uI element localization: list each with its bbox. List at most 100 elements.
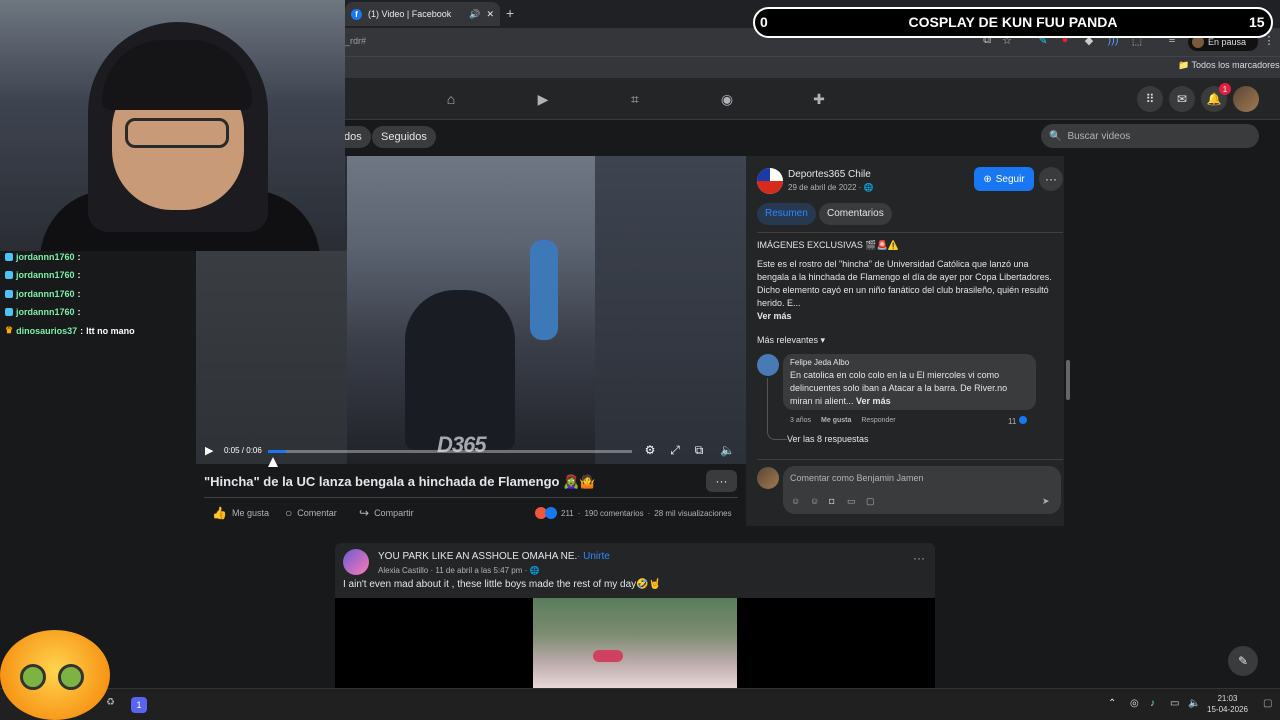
streamer-webcam [0,0,345,251]
avatar-sticker-icon[interactable]: ☺ [791,496,800,506]
volume-icon[interactable]: 🔈 [720,443,735,457]
video-progress-fill [268,450,287,453]
follow-label: Seguir [995,173,1025,185]
comment-see-more-link[interactable]: Ver más [856,396,891,406]
clock-date: 15-04-2026 [1207,705,1248,714]
miniplayer-icon[interactable]: ⧉ [692,443,706,457]
comments-count[interactable]: 190 comentarios [584,509,643,518]
stats-separator: · [647,508,651,518]
marketplace-icon[interactable]: ⌗ [626,90,644,108]
play-icon[interactable]: ▶ [205,444,217,457]
view-replies-link[interactable]: Ver las 8 respuestas [787,434,869,444]
paused-label: En pausa [1208,37,1247,47]
description-headline: IMÁGENES EXCLUSIVAS 🎬🚨⚠️ [757,240,899,250]
comment-like-link[interactable]: Me gusta [821,417,851,424]
post-more-options-icon[interactable]: ··· [913,551,925,565]
tray-display-icon[interactable]: ▭ [1170,698,1179,709]
compose-edit-icon[interactable]: ✎ [1228,646,1258,676]
tab-following[interactable]: Seguidos [372,126,436,148]
tray-notifications-icon[interactable]: ▢ [1263,698,1272,709]
discord-icon[interactable]: 1 [131,697,147,713]
like-reaction-icon [1018,416,1027,424]
like-label: Me gusta [231,508,269,518]
follow-icon: ⊕ [983,173,992,185]
video-blur-left [196,250,348,464]
comment-sort-dropdown[interactable]: Más relevantes ▾ [757,335,825,346]
share-arrow-icon: ↪ [359,506,370,520]
gif-icon[interactable]: ▭ [847,496,856,507]
video-more-options-button[interactable]: ··· [706,470,737,492]
emoji-eye [58,664,84,690]
tab-audio-icon[interactable]: 🔊 [469,9,480,20]
emoji-eye [20,664,46,690]
tab-close-icon[interactable]: ✕ [486,9,494,20]
video-figure-fan [530,240,558,340]
commenter-avatar[interactable] [757,354,779,376]
tray-chevron-up-icon[interactable]: ⌃ [1108,698,1116,709]
comment-reply-link[interactable]: Responder [861,417,895,424]
tray-volume-icon[interactable]: 🔈 [1188,698,1200,709]
new-tab-icon[interactable]: + [506,5,514,21]
menu-grid-icon[interactable]: ⠿ [1137,86,1163,112]
group-name[interactable]: YOU PARK LIKE AN ASSHOLE OMAHA NE. [378,551,577,562]
video-icon[interactable]: ▶ [534,90,552,108]
messenger-icon[interactable]: ✉ [1169,86,1195,112]
tab-comments[interactable]: Comentarios [819,203,892,225]
bookmarks-bar [345,56,1280,78]
page-more-options-button[interactable]: ··· [1039,167,1063,191]
video-search-input[interactable]: 🔍 Buscar videos [1041,124,1259,148]
video-blur-right [595,156,746,464]
send-icon[interactable]: ➤ [1042,496,1050,507]
tray-mic-icon[interactable]: ♪ [1150,698,1155,709]
camera-icon[interactable]: ◘ [829,496,834,506]
page-avatar[interactable] [757,168,783,194]
gaming-icon[interactable]: ✚ [810,90,828,108]
fullscreen-icon[interactable]: ⤢ [668,443,682,457]
sub-badge-icon [5,308,13,316]
facebook-favicon-icon: f [351,8,362,20]
sticker-icon[interactable]: ▢ [866,496,875,507]
divider [757,232,1063,233]
taskbar-app-icon[interactable]: ♻ [106,697,115,708]
post-date[interactable]: 29 de abril de 2022 · 🌐 [788,183,874,192]
views-count: 28 mil visualizaciones [654,508,732,518]
all-bookmarks-folder[interactable]: 📁 Todos los marcadores [1178,60,1280,71]
home-icon[interactable]: ⌂ [442,90,460,108]
join-group-link[interactable]: · Unirte [577,551,610,562]
page-name[interactable]: Deportes365 Chile [788,169,871,180]
comments-scrollbar[interactable] [1066,360,1070,400]
comment-button[interactable]: ○ Comentar [285,506,337,520]
url-text[interactable]: _rdr# [345,36,366,46]
post-meta[interactable]: Alexia Castillo · 11 de abril a las 5:47… [378,566,539,575]
chat-line: jordannn1760: [5,252,84,262]
group-avatar[interactable] [343,549,369,575]
tab-summary[interactable]: Resumen [757,203,816,225]
like-button[interactable]: 👍 Me gusta [212,506,269,520]
chat-line: jordannn1760: [5,307,84,317]
divider [204,497,738,498]
chat-line: ♛ dinosaurios37: ltt no mano [5,325,135,336]
tab-title: (1) Video | Facebook [368,9,452,19]
crown-badge-icon: ♛ [5,325,14,335]
score-left: 0 [760,14,768,30]
taskbar-clock[interactable]: 21:03 15-04-2026 [1207,693,1248,715]
video-progress-track[interactable] [268,450,632,453]
webcam-glasses [125,118,229,148]
follow-button[interactable]: ⊕ Seguir [974,167,1034,191]
emoji-icon[interactable]: ☺ [810,496,819,506]
browser-tab[interactable]: f (1) Video | Facebook 🔊 ✕ [345,2,500,26]
post-video-thumbnail[interactable] [533,598,737,688]
sub-badge-icon [5,290,13,298]
tray-discord-icon[interactable]: ◎ [1130,698,1139,709]
mouse-cursor-icon [268,457,278,467]
thumbnail-car [593,650,623,662]
commenter-name[interactable]: Felipe Jeda Albo [790,358,849,367]
share-button[interactable]: ↪ Compartir [359,506,414,520]
video-title: "Hincha" de la UC lanza bengala a hincha… [204,474,596,489]
see-more-link[interactable]: Ver más [757,311,792,321]
settings-gear-icon[interactable]: ⚙ [643,443,657,457]
chat-line: jordannn1760: [5,289,84,299]
groups-icon[interactable]: ◉ [718,90,736,108]
reactions-count[interactable]: 211 [561,509,574,518]
account-avatar[interactable] [1233,86,1259,112]
